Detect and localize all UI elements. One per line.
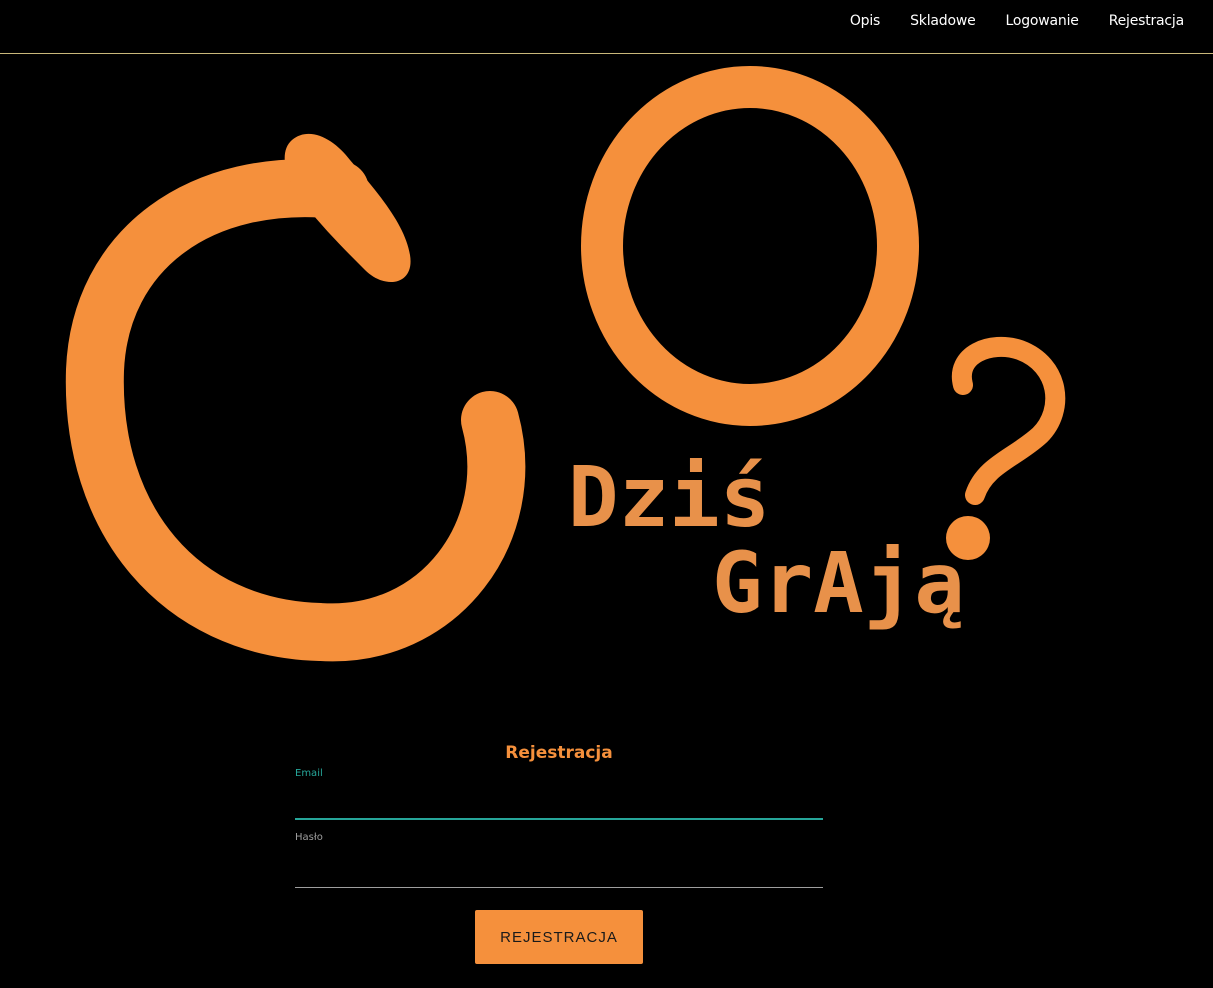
co-dzis-graja-logo: Dziś GrAją — [65, 66, 1066, 662]
submit-row: REJESTRACJA — [295, 910, 823, 964]
registration-form: Rejestracja Email Hasło REJESTRACJA — [295, 740, 823, 964]
register-button[interactable]: REJESTRACJA — [475, 910, 643, 964]
email-label: Email — [295, 768, 323, 779]
form-title: Rejestracja — [505, 743, 613, 763]
top-navbar: Opis Skladowe Logowanie Rejestracja — [0, 0, 1213, 54]
logo-c-arrow — [65, 159, 526, 662]
email-input[interactable] — [295, 782, 823, 820]
password-label: Hasło — [295, 832, 323, 843]
password-input[interactable] — [295, 850, 823, 888]
nav-link-opis[interactable]: Opis — [850, 11, 880, 31]
password-field-group: Hasło — [295, 832, 823, 888]
logo-text-graja: GrAją — [712, 534, 965, 632]
nav-link-skladowe[interactable]: Skladowe — [910, 11, 976, 31]
nav-link-rejestracja[interactable]: Rejestracja — [1109, 11, 1185, 31]
logo-text-dzis: Dziś — [568, 448, 770, 546]
main-nav: Opis Skladowe Logowanie Rejestracja — [820, 11, 1184, 31]
email-field-group: Email — [295, 768, 823, 820]
nav-link-logowanie[interactable]: Logowanie — [1006, 11, 1079, 31]
logo-question-mark — [951, 336, 1066, 505]
logo-o — [581, 66, 919, 426]
